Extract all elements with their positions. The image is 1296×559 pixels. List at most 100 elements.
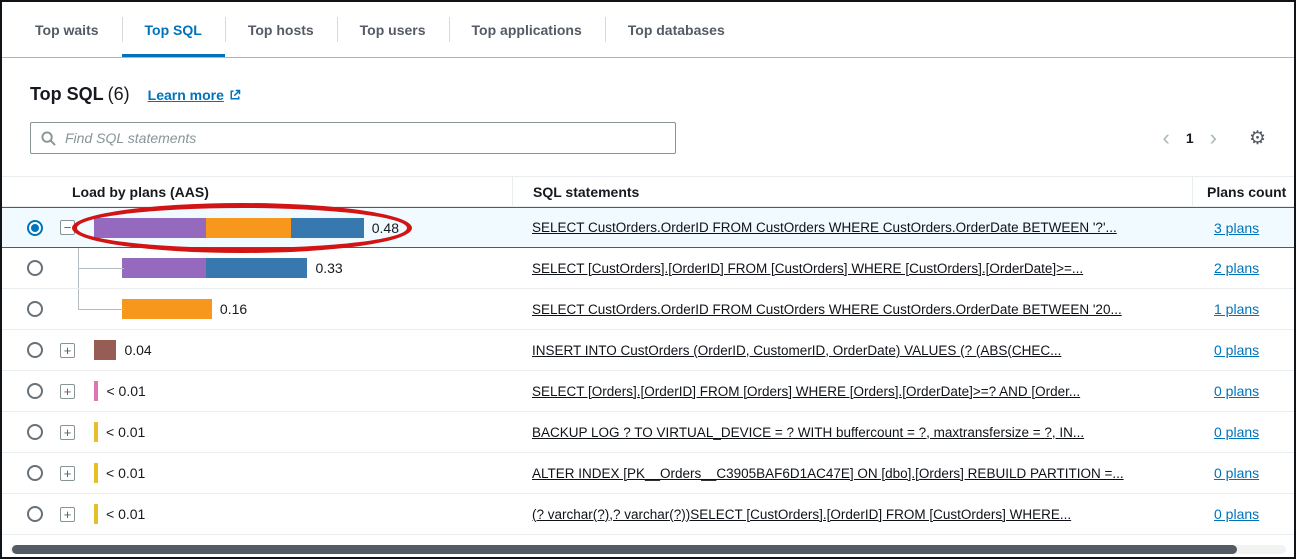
page-title: Top SQL(6) [30, 84, 130, 105]
column-header-sql: SQL statements [512, 177, 1192, 206]
plans-count-link[interactable]: 2 plans [1214, 260, 1259, 276]
chevron-right-icon[interactable]: › [1204, 127, 1223, 149]
load-bar [94, 340, 116, 360]
radio-cell [2, 330, 58, 370]
tab-label: Top databases [628, 22, 725, 38]
sql-statement-link[interactable]: SELECT CustOrders.OrderID FROM CustOrder… [532, 302, 1122, 317]
load-value: < 0.01 [106, 465, 145, 481]
load-bar-cell: < 0.01 [94, 371, 512, 411]
sql-statement-cell: BACKUP LOG ? TO VIRTUAL_DEVICE = ? WITH … [512, 412, 1192, 452]
tab-top-waits[interactable]: Top waits [12, 2, 122, 57]
sql-statement-cell: ALTER INDEX [PK__Orders__C3905BAF6D1AC47… [512, 453, 1192, 493]
row-radio-button[interactable] [27, 220, 43, 236]
table-row: + < 0.01 BACKUP LOG ? TO VIRTUAL_DEVICE … [2, 412, 1294, 453]
load-value: 0.48 [372, 220, 399, 236]
sql-statement-link[interactable]: BACKUP LOG ? TO VIRTUAL_DEVICE = ? WITH … [532, 425, 1084, 440]
tab-bar: Top waits Top SQL Top hosts Top users To… [2, 2, 1294, 58]
horizontal-scrollbar-thumb[interactable] [12, 545, 1237, 554]
plans-count-link[interactable]: 0 plans [1214, 342, 1259, 358]
plans-count-cell: 0 plans [1192, 383, 1296, 399]
learn-more-link[interactable]: Learn more [148, 87, 241, 103]
plans-count-link[interactable]: 0 plans [1214, 465, 1259, 481]
radio-cell [2, 412, 58, 452]
sql-statement-cell: SELECT CustOrders.OrderID FROM CustOrder… [512, 289, 1192, 329]
load-value: < 0.01 [106, 506, 145, 522]
expander-cell: + [58, 371, 94, 411]
load-value: 0.16 [220, 301, 247, 317]
sql-statement-link[interactable]: SELECT [CustOrders].[OrderID] FROM [Cust… [532, 261, 1083, 276]
load-bar-segment [122, 258, 206, 278]
radio-cell [2, 494, 58, 534]
load-bar-cell: 0.16 [94, 289, 512, 329]
tab-top-hosts[interactable]: Top hosts [225, 2, 337, 57]
load-bar-cell: 0.33 [94, 248, 512, 288]
table-row: 0.16 SELECT CustOrders.OrderID FROM Cust… [2, 289, 1294, 330]
top-sql-table: Load by plans (AAS) SQL statements Plans… [2, 176, 1294, 535]
load-bar-cell: < 0.01 [94, 494, 512, 534]
row-radio-button[interactable] [27, 260, 43, 276]
sql-statement-cell: SELECT CustOrders.OrderID FROM CustOrder… [512, 208, 1192, 247]
expand-toggle-icon[interactable]: + [60, 343, 75, 358]
row-radio-button[interactable] [27, 506, 43, 522]
row-radio-button[interactable] [27, 465, 43, 481]
table-row: − 0.48 SELECT CustOrders.OrderID FROM Cu… [2, 207, 1294, 248]
tab-top-users[interactable]: Top users [337, 2, 449, 57]
sql-statement-link[interactable]: INSERT INTO CustOrders (OrderID, Custome… [532, 343, 1061, 358]
load-bar-segment [291, 218, 364, 238]
load-bar-segment [94, 422, 98, 442]
expand-toggle-icon[interactable]: + [60, 425, 75, 440]
row-radio-button[interactable] [27, 424, 43, 440]
load-bar [94, 422, 98, 442]
page-number: 1 [1186, 130, 1194, 146]
load-bar [94, 463, 98, 483]
sql-statement-link[interactable]: SELECT [Orders].[OrderID] FROM [Orders] … [532, 384, 1080, 399]
sql-statement-link[interactable]: (? varchar(?),? varchar(?))SELECT [CustO… [532, 507, 1071, 522]
sql-statement-cell: INSERT INTO CustOrders (OrderID, Custome… [512, 330, 1192, 370]
radio-cell [2, 248, 58, 288]
table-row: 0.33 SELECT [CustOrders].[OrderID] FROM … [2, 248, 1294, 289]
tab-label: Top waits [35, 22, 99, 38]
plans-count-cell: 2 plans [1192, 260, 1296, 276]
table-row: + < 0.01 ALTER INDEX [PK__Orders__C3905B… [2, 453, 1294, 494]
expand-toggle-icon[interactable]: + [60, 384, 75, 399]
sql-statement-cell: (? varchar(?),? varchar(?))SELECT [CustO… [512, 494, 1192, 534]
expand-toggle-icon[interactable]: + [60, 507, 75, 522]
plans-count-cell: 0 plans [1192, 506, 1296, 522]
expander-cell: + [58, 453, 94, 493]
plans-count-link[interactable]: 1 plans [1214, 301, 1259, 317]
pagination: ‹ 1 › ⚙ [1157, 127, 1267, 149]
row-radio-button[interactable] [27, 342, 43, 358]
table-row: + < 0.01 SELECT [Orders].[OrderID] FROM … [2, 371, 1294, 412]
sql-statement-cell: SELECT [CustOrders].[OrderID] FROM [Cust… [512, 248, 1192, 288]
tab-top-databases[interactable]: Top databases [605, 2, 748, 57]
tree-connector-line [78, 309, 124, 310]
plans-count-link[interactable]: 0 plans [1214, 383, 1259, 399]
sql-statement-link[interactable]: ALTER INDEX [PK__Orders__C3905BAF6D1AC47… [532, 466, 1124, 481]
row-radio-button[interactable] [27, 383, 43, 399]
plans-count-link[interactable]: 0 plans [1214, 424, 1259, 440]
row-radio-button[interactable] [27, 301, 43, 317]
sql-statement-link[interactable]: SELECT CustOrders.OrderID FROM CustOrder… [532, 220, 1117, 235]
search-input[interactable] [65, 130, 665, 146]
tab-label: Top hosts [248, 22, 314, 38]
tab-label: Top SQL [145, 22, 202, 38]
plans-count-cell: 3 plans [1192, 220, 1296, 236]
column-header-load: Load by plans (AAS) [2, 177, 512, 206]
chevron-left-icon[interactable]: ‹ [1157, 127, 1176, 149]
load-bar [122, 258, 307, 278]
gear-icon[interactable]: ⚙ [1249, 129, 1266, 148]
expand-toggle-icon[interactable]: + [60, 466, 75, 481]
controls-row: ‹ 1 › ⚙ [2, 122, 1294, 154]
tab-top-sql[interactable]: Top SQL [122, 2, 225, 57]
page-title-text: Top SQL [30, 84, 104, 104]
sql-statement-cell: SELECT [Orders].[OrderID] FROM [Orders] … [512, 371, 1192, 411]
expander-cell: + [58, 412, 94, 452]
expand-toggle-icon[interactable]: − [60, 220, 75, 235]
plans-count-link[interactable]: 0 plans [1214, 506, 1259, 522]
plans-count-link[interactable]: 3 plans [1214, 220, 1259, 236]
search-box[interactable] [30, 122, 676, 154]
table-row: + < 0.01 (? varchar(?),? varchar(?))SELE… [2, 494, 1294, 535]
tab-top-applications[interactable]: Top applications [449, 2, 605, 57]
radio-cell [2, 289, 58, 329]
top-sql-panel: Top waits Top SQL Top hosts Top users To… [0, 0, 1296, 559]
